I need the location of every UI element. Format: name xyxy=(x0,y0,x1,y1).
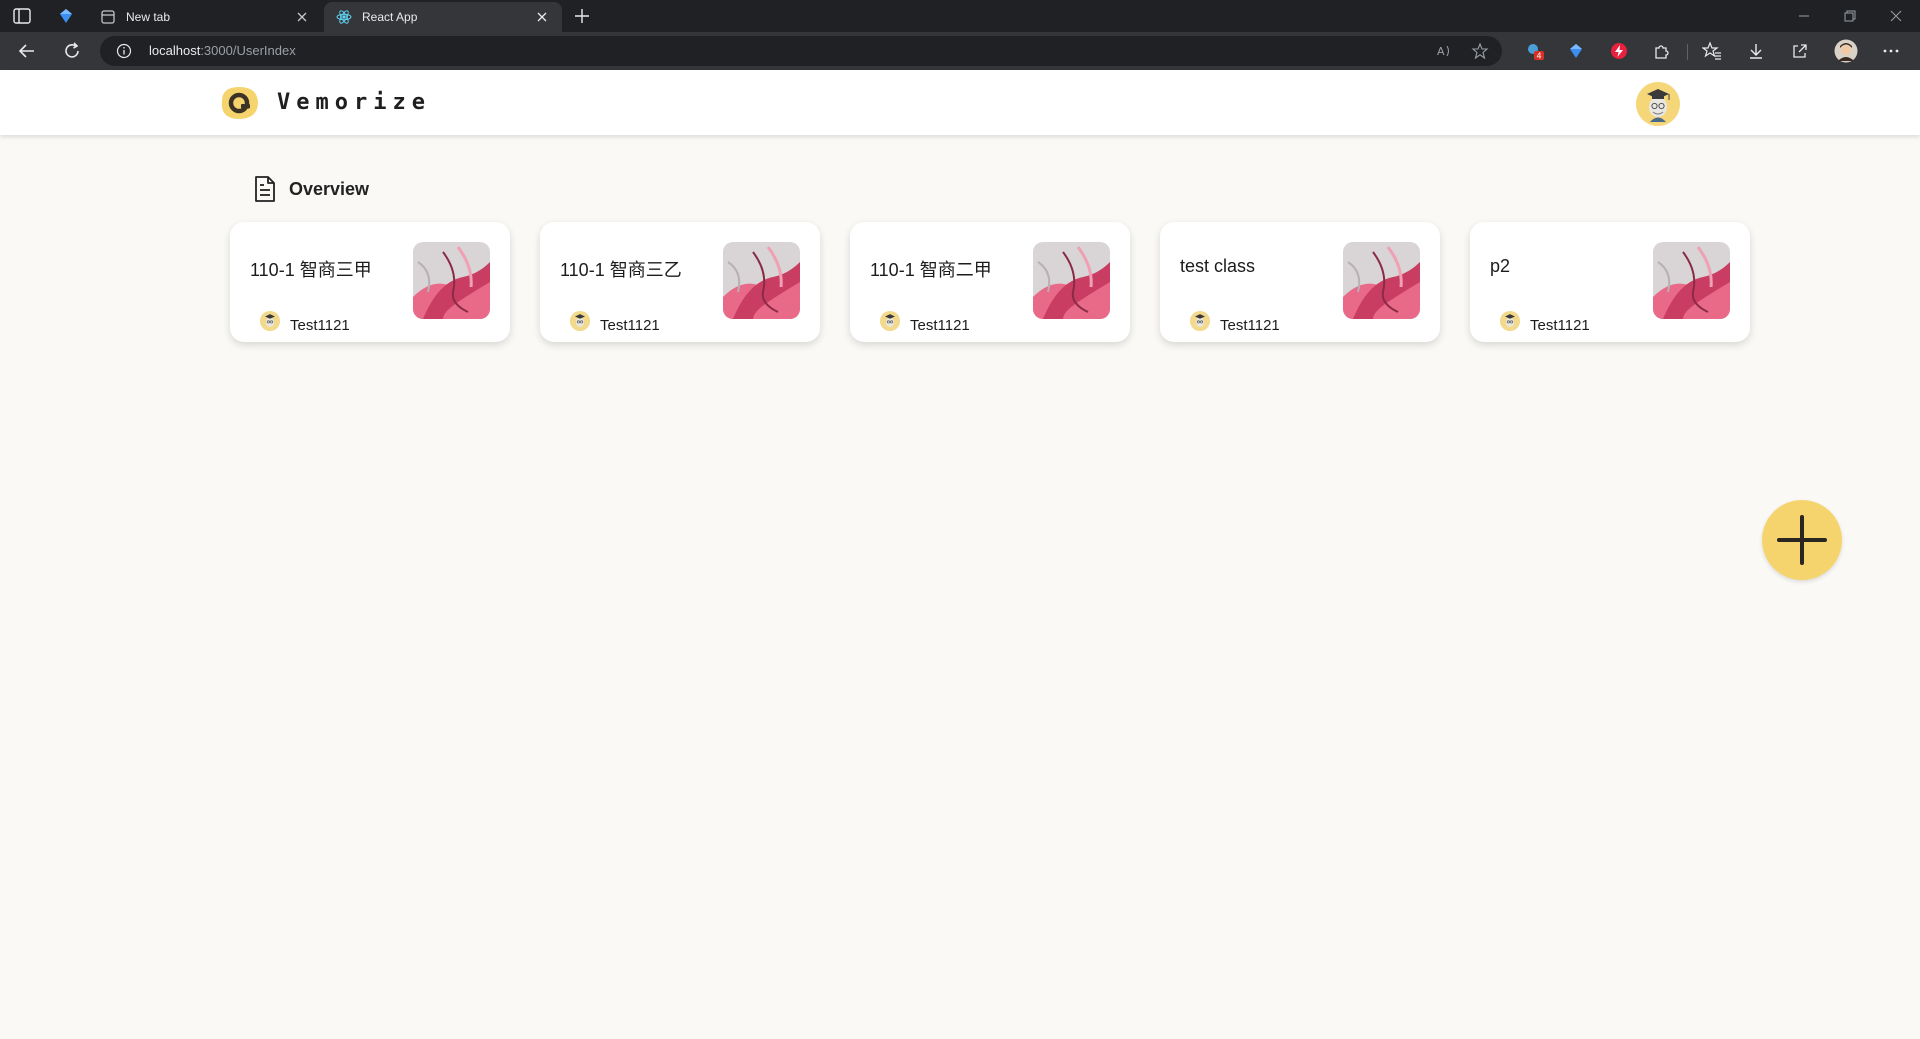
class-card[interactable]: 110-1 智商三甲 Test1121 xyxy=(230,222,510,342)
diamond-extension-icon[interactable] xyxy=(1566,41,1586,61)
toolbar-divider xyxy=(1687,44,1688,60)
tab-react-app[interactable]: React App xyxy=(324,2,562,32)
restore-icon[interactable] xyxy=(1840,6,1860,26)
professor-avatar-icon xyxy=(570,311,590,331)
class-thumbnail xyxy=(1343,242,1420,319)
owner-avatar xyxy=(1190,311,1210,331)
professor-avatar-icon xyxy=(1636,82,1680,126)
marble-art-image xyxy=(1653,242,1730,319)
class-owner: Test1121 xyxy=(600,317,660,334)
vemorize-logo-icon[interactable] xyxy=(216,83,262,123)
favorite-star-icon[interactable] xyxy=(1471,42,1489,60)
extension-badge-count: 4 xyxy=(1537,52,1542,61)
url-text[interactable]: localhost:3000/UserIndex xyxy=(149,43,296,58)
owner-avatar xyxy=(570,311,590,331)
class-owner: Test1121 xyxy=(1530,317,1590,334)
more-options-icon[interactable] xyxy=(1881,41,1901,61)
class-thumbnail xyxy=(1033,242,1110,319)
owner-avatar xyxy=(260,311,280,331)
plus-icon xyxy=(1777,515,1827,565)
marble-art-image xyxy=(1033,242,1110,319)
owner-avatar xyxy=(1500,311,1520,331)
extension-puzzle-badge-icon[interactable]: 4 xyxy=(1525,41,1545,61)
professor-avatar-icon xyxy=(1500,311,1520,331)
class-card[interactable]: test class Test1121 xyxy=(1160,222,1440,342)
overview-title: Overview xyxy=(289,178,370,199)
close-tab-icon[interactable] xyxy=(294,9,310,25)
class-owner: Test1121 xyxy=(290,317,350,334)
tab-title: New tab xyxy=(126,10,171,24)
class-name: 110-1 智商三甲 xyxy=(250,260,372,280)
overview-heading: Overview xyxy=(253,172,369,206)
back-arrow-icon[interactable] xyxy=(16,40,38,62)
class-thumbnail xyxy=(413,242,490,319)
profile-avatar-icon[interactable] xyxy=(1834,39,1858,63)
favorites-icon[interactable] xyxy=(1702,41,1722,61)
user-avatar[interactable] xyxy=(1636,82,1680,126)
browser-tab-bar: New tab React App xyxy=(0,0,1920,32)
class-card[interactable]: 110-1 智商三乙 Test1121 xyxy=(540,222,820,342)
url-path: :3000/UserIndex xyxy=(200,43,296,58)
browser-toolbar: localhost:3000/UserIndex A 4 xyxy=(0,32,1920,70)
diamond-extension-icon[interactable] xyxy=(56,6,76,26)
new-tab-plus-icon[interactable] xyxy=(572,6,592,26)
close-window-icon[interactable] xyxy=(1886,6,1906,26)
class-thumbnail xyxy=(1653,242,1730,319)
professor-avatar-icon xyxy=(260,311,280,331)
class-thumbnail xyxy=(723,242,800,319)
share-icon[interactable] xyxy=(1790,41,1810,61)
site-info-icon[interactable] xyxy=(116,43,132,59)
class-owner: Test1121 xyxy=(1220,317,1280,334)
professor-avatar-icon xyxy=(880,311,900,331)
brand-name[interactable]: Vemorize xyxy=(277,90,431,115)
tab-title: React App xyxy=(362,10,418,24)
extensions-icon[interactable] xyxy=(1652,41,1672,61)
add-class-button[interactable] xyxy=(1762,500,1842,580)
tab-actions-icon[interactable] xyxy=(12,7,32,25)
class-owner: Test1121 xyxy=(910,317,970,334)
lightning-extension-icon[interactable] xyxy=(1609,41,1629,61)
minimize-icon[interactable] xyxy=(1794,6,1814,26)
marble-art-image xyxy=(723,242,800,319)
marble-art-image xyxy=(413,242,490,319)
class-name: test class xyxy=(1180,256,1256,276)
class-name: 110-1 智商三乙 xyxy=(560,260,682,280)
tab-new-tab[interactable]: New tab xyxy=(88,2,322,32)
owner-avatar xyxy=(880,311,900,331)
marble-art-image xyxy=(1343,242,1420,319)
professor-avatar-icon xyxy=(1190,311,1210,331)
class-name: p2 xyxy=(1490,256,1511,276)
class-card[interactable]: 110-1 智商二甲 Test1121 xyxy=(850,222,1130,342)
address-bar[interactable]: localhost:3000/UserIndex A xyxy=(100,36,1502,66)
downloads-icon[interactable] xyxy=(1746,41,1766,61)
read-aloud-icon[interactable]: A xyxy=(1435,42,1453,60)
app-header: Vemorize xyxy=(0,70,1920,135)
class-name: 110-1 智商二甲 xyxy=(870,260,992,280)
svg-text:A: A xyxy=(1437,45,1445,58)
refresh-icon[interactable] xyxy=(61,40,83,62)
react-logo-icon xyxy=(336,10,352,24)
close-tab-icon[interactable] xyxy=(534,9,550,25)
url-host: localhost xyxy=(149,43,201,58)
class-card[interactable]: p2 Test1121 xyxy=(1470,222,1750,342)
new-tab-page-icon xyxy=(101,10,115,24)
document-icon xyxy=(255,176,275,202)
